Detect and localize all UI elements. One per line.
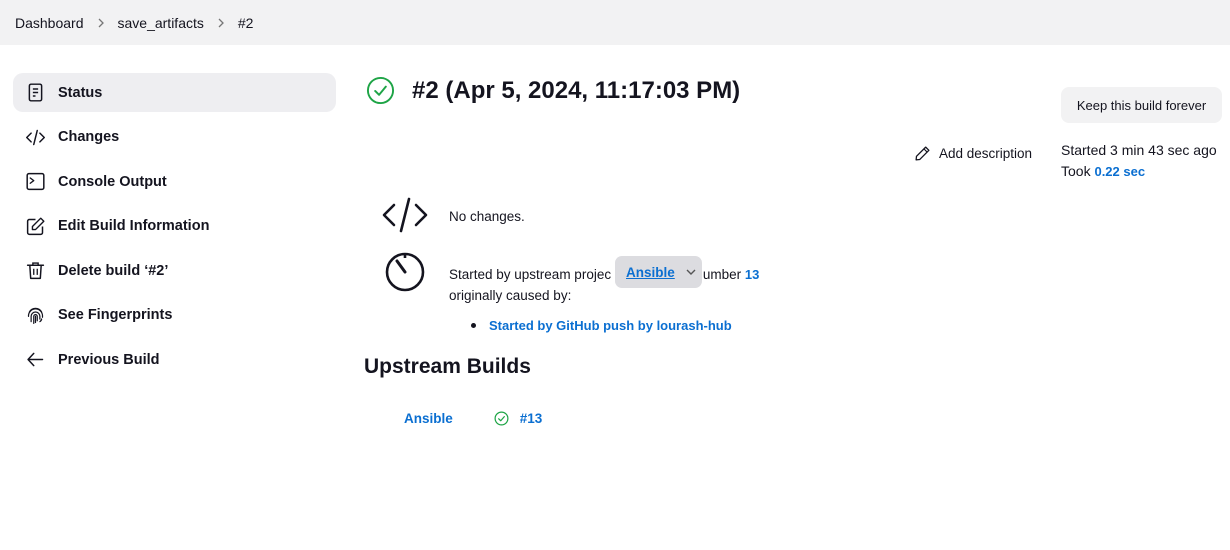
sidebar-item-console-output[interactable]: Console Output	[13, 162, 336, 201]
success-check-icon	[494, 411, 509, 426]
took-duration-link[interactable]: 0.22 sec	[1094, 164, 1145, 179]
status-document-icon	[24, 82, 46, 104]
table-row: Ansible #13	[404, 411, 542, 426]
sidebar-item-label: Edit Build Information	[58, 218, 210, 234]
cause-list: Started by GitHub push by lourash-hub	[471, 318, 732, 333]
breadcrumb-dashboard[interactable]: Dashboard	[15, 15, 84, 31]
pencil-icon	[915, 146, 930, 161]
took-prefix: Took	[1061, 163, 1095, 179]
timer-icon	[383, 250, 427, 294]
bullet-icon	[471, 323, 476, 328]
sidebar-item-label: See Fingerprints	[58, 307, 173, 323]
github-push-cause-link[interactable]: Started by GitHub push by lourash-hub	[489, 318, 732, 333]
breadcrumb-job[interactable]: save_artifacts	[118, 15, 204, 31]
upstream-builds-title: Upstream Builds	[364, 355, 531, 378]
sidebar-item-changes[interactable]: Changes	[13, 118, 336, 157]
cause-prefix: Started by upstream projec	[449, 267, 612, 282]
breadcrumb: Dashboard save_artifacts #2	[0, 0, 1230, 45]
build-cause: Started by upstream projec d number 13 or…	[449, 264, 759, 306]
chevron-right-icon	[204, 17, 238, 29]
sidebar-item-status[interactable]: Status	[13, 73, 336, 112]
cause-line-2: originally caused by:	[449, 288, 572, 303]
sidebar-item-label: Previous Build	[58, 351, 160, 368]
arrow-left-icon	[24, 349, 46, 371]
keep-build-forever-button[interactable]: Keep this build forever	[1061, 87, 1222, 123]
upstream-build-link[interactable]: #13	[520, 411, 543, 426]
cause-line-1: Started by upstream projec d number 13	[449, 264, 759, 285]
build-timing: Started 3 min 43 sec ago Took 0.22 sec	[1061, 140, 1217, 182]
success-check-icon	[366, 76, 395, 105]
sidebar-item-delete-build[interactable]: Delete build ‘#2’	[13, 251, 336, 290]
fingerprint-icon	[24, 304, 46, 326]
upstream-project-dropdown[interactable]: Ansible	[615, 256, 702, 288]
sidebar: Status Changes Console Output Edit Build…	[13, 73, 336, 385]
add-description-label: Add description	[939, 146, 1033, 161]
sidebar-item-previous-build[interactable]: Previous Build	[13, 340, 336, 379]
list-item: Started by GitHub push by lourash-hub	[471, 318, 732, 333]
breadcrumb-build[interactable]: #2	[238, 15, 254, 31]
sidebar-item-see-fingerprints[interactable]: See Fingerprints	[13, 296, 336, 335]
code-icon	[24, 126, 46, 148]
upstream-project-link[interactable]: Ansible	[404, 411, 453, 426]
sidebar-item-label: Console Output	[58, 173, 167, 190]
sidebar-item-label: Changes	[58, 129, 120, 145]
sidebar-item-label: Delete build ‘#2’	[58, 262, 169, 279]
no-changes-text: No changes.	[449, 209, 525, 224]
chevron-down-icon	[686, 269, 696, 275]
upstream-build-number-link[interactable]: 13	[745, 267, 759, 282]
upstream-project-link[interactable]: Ansible	[626, 265, 675, 280]
code-icon	[381, 196, 429, 234]
terminal-icon	[24, 171, 46, 193]
build-header: #2 (Apr 5, 2024, 11:17:03 PM)	[366, 76, 740, 105]
add-description-button[interactable]: Add description	[914, 145, 1032, 162]
chevron-right-icon	[84, 17, 118, 29]
started-text: Started 3 min 43 sec ago	[1061, 142, 1217, 158]
page-title: #2 (Apr 5, 2024, 11:17:03 PM)	[412, 76, 741, 104]
edit-icon	[24, 215, 46, 237]
sidebar-item-label: Status	[58, 84, 103, 101]
took-line: Took 0.22 sec	[1061, 161, 1217, 182]
sidebar-item-edit-build-information[interactable]: Edit Build Information	[13, 207, 336, 246]
trash-icon	[24, 260, 46, 282]
